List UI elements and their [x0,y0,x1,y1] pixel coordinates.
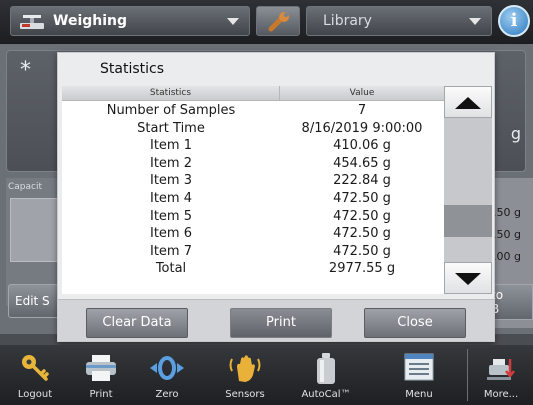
tools-button[interactable] [256,6,300,36]
dialog-button-bar: Clear Data Print Close [58,299,494,341]
table-row: Item 2 454.65 g [62,155,444,173]
table-row: Number of Samples 7 [62,102,444,120]
statistic-name: Start Time [137,120,205,136]
statistic-name: Item 7 [150,243,192,259]
statistic-value: 222.84 g [333,173,391,189]
top-bar: Weighing Library i [0,0,533,44]
statistic-name: Item 5 [150,208,192,224]
statistic-value: 472.50 g [333,243,391,259]
chevron-down-icon [227,18,239,25]
statistics-table[interactable]: Statistics Value Number of Samples 7 Start… [62,86,444,294]
scroll-up-button[interactable] [444,86,492,118]
wrench-icon [268,12,289,32]
statistic-name: Item 6 [150,226,192,242]
menu-icon [404,353,434,381]
table-row: Item 6 472.50 g [62,225,444,243]
edit-settings-button[interactable]: Edit S [8,284,60,318]
stability-indicator: * [20,58,31,83]
table-row: Start Time 8/16/2019 9:00:00 [62,120,444,138]
statistic-value: 410.06 g [333,138,391,154]
application-dropdown[interactable]: Weighing [10,6,250,36]
statistic-value: 472.50 g [333,208,391,224]
table-row: Item 4 472.50 g [62,190,444,208]
statistic-value: 8/16/2019 9:00:00 [301,120,423,136]
table-header: Statistics Value [62,86,444,101]
statistic-name: Item 1 [150,138,192,154]
capacity-label: Capacit [8,182,43,192]
table-scrollbar[interactable] [444,86,492,294]
scrollbar-thumb[interactable] [444,205,492,237]
column-header-value: Value [349,88,375,98]
zero-label: Zero [155,389,179,400]
logout-button[interactable]: Logout [4,345,66,405]
hand-sensor-icon [229,355,261,382]
weight-unit: g [510,124,521,143]
scale-icon [20,15,44,29]
autocal-button[interactable]: AutoCal™ [288,345,364,405]
to-value: B [491,302,500,316]
zero-icon [150,356,184,380]
printer-icon [86,355,116,381]
statistic-value: 7 [357,103,367,118]
library-label: Library [323,13,372,29]
table-row: Item 3 222.84 g [62,172,444,190]
table-row: Item 7 472.50 g [62,243,444,261]
statistic-value: 454.65 g [333,155,391,171]
icon-bar-divider [467,349,468,401]
print-label: Print [89,389,113,400]
statistic-name: Item 4 [150,190,192,206]
sensors-button[interactable]: Sensors [212,345,278,405]
calibration-weight-icon [317,353,335,384]
scroll-down-button[interactable] [444,262,492,294]
zero-button[interactable]: Zero [136,345,198,405]
clear-data-button[interactable]: Clear Data [86,308,188,338]
statistics-dialog: Statistics Statistics Value Number of Sa… [57,52,495,342]
logout-label: Logout [17,389,53,400]
statistic-name: Number of Samples [106,103,236,118]
sensors-label: Sensors [225,389,265,400]
print-button[interactable]: Print [230,308,332,338]
close-button[interactable]: Close [364,308,466,338]
info-button[interactable]: i [498,5,530,37]
dialog-title: Statistics [100,61,164,77]
to-label: to [491,288,504,302]
statistic-value: 2977.55 g [328,261,396,277]
print-toolbar-button[interactable]: Print [70,345,132,405]
menu-button[interactable]: Menu [384,345,454,405]
statistic-name: Item 3 [150,173,192,189]
bottom-icon-bar: Logout Print Zero Sensors AutoCal™ Menu … [0,345,533,405]
capacity-bar [10,198,60,262]
statistic-name: Total [155,261,187,277]
balance-screen: Weighing Library i * g Capacit Edit S 0 … [0,0,533,405]
menu-label: Menu [405,389,433,400]
table-body: Number of Samples 7 Start Time 8/16/2019 9:… [62,102,444,278]
info-icon: i [510,10,518,31]
key-icon [22,355,49,381]
more-button[interactable]: More... [470,345,532,405]
table-row: Total 2977.55 g [62,260,444,278]
autocal-label: AutoCal™ [301,389,351,400]
library-dropdown[interactable]: Library [306,6,492,36]
application-label: Weighing [53,13,128,29]
statistic-value: 472.50 g [333,190,391,206]
statistic-value: 472.50 g [333,226,391,242]
more-label: More... [483,389,519,400]
table-row: Item 5 472.50 g [62,208,444,226]
more-icon [487,359,515,380]
column-header-statistics: Statistics [62,86,280,101]
table-row: Item 1 410.06 g [62,137,444,155]
statistic-name: Item 2 [150,155,192,171]
chevron-down-icon [469,18,481,25]
